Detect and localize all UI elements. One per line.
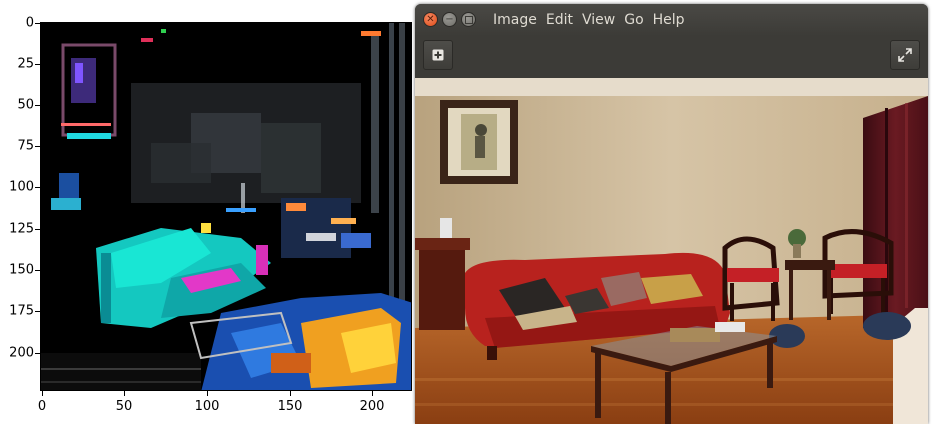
y-tick-label: 75: [17, 138, 34, 154]
fullscreen-button[interactable]: [890, 40, 920, 70]
plot-axes: [40, 22, 412, 391]
sidebar-toggle-button[interactable]: [423, 40, 453, 70]
y-tick-mark: [35, 353, 40, 354]
living-room-photo: [415, 78, 928, 424]
y-tick-label: 150: [9, 262, 34, 278]
y-tick-mark: [35, 270, 40, 271]
y-tick-label: 25: [17, 56, 34, 72]
menu-view[interactable]: View: [582, 12, 615, 28]
x-tick-label: 0: [37, 399, 47, 414]
maximize-button[interactable]: [461, 12, 476, 27]
y-tick-label: 50: [17, 97, 34, 113]
menu-image[interactable]: Image: [493, 12, 537, 28]
x-tick-mark: [124, 391, 125, 396]
menu-bar: Image Edit View Go Help: [493, 4, 694, 36]
y-tick-label: 100: [9, 179, 34, 195]
close-button[interactable]: ✕: [423, 12, 438, 27]
y-tick-mark: [35, 229, 40, 230]
maximize-icon: [464, 15, 473, 24]
x-tick-label: 150: [277, 399, 303, 414]
x-tick-label: 100: [194, 399, 220, 414]
toolbar: [415, 36, 928, 79]
y-tick-mark: [35, 146, 40, 147]
close-icon: ✕: [426, 13, 435, 25]
activation-plot: 0 25 50 75 100 125 150 175 200 0 50 100 …: [0, 0, 415, 424]
x-tick-mark: [42, 391, 43, 396]
x-tick-mark: [207, 391, 208, 396]
y-tick-mark: [35, 64, 40, 65]
x-tick-mark: [372, 391, 373, 396]
minimize-button[interactable]: −: [442, 12, 457, 27]
x-tick-mark: [290, 391, 291, 396]
menu-edit[interactable]: Edit: [546, 12, 573, 28]
y-tick-mark: [35, 23, 40, 24]
x-tick-label: 50: [115, 399, 133, 414]
y-tick-label: 0: [25, 15, 34, 31]
y-tick-label: 125: [9, 221, 34, 237]
menu-help[interactable]: Help: [653, 12, 685, 28]
photo-canvas[interactable]: [415, 78, 928, 424]
minimize-icon: −: [445, 13, 454, 25]
y-tick-mark: [35, 187, 40, 188]
y-tick-mark: [35, 105, 40, 106]
menu-go[interactable]: Go: [624, 12, 643, 28]
activation-map-image: [41, 23, 411, 390]
image-viewer-window: ✕ − Image Edit View Go Help: [415, 4, 928, 424]
fullscreen-icon: [898, 48, 912, 62]
y-tick-label: 200: [9, 345, 34, 361]
sidebar-toggle-icon: [432, 49, 444, 61]
y-tick-label: 175: [9, 303, 34, 319]
x-tick-label: 200: [359, 399, 385, 414]
title-bar[interactable]: ✕ − Image Edit View Go Help: [415, 4, 928, 36]
y-tick-mark: [35, 311, 40, 312]
